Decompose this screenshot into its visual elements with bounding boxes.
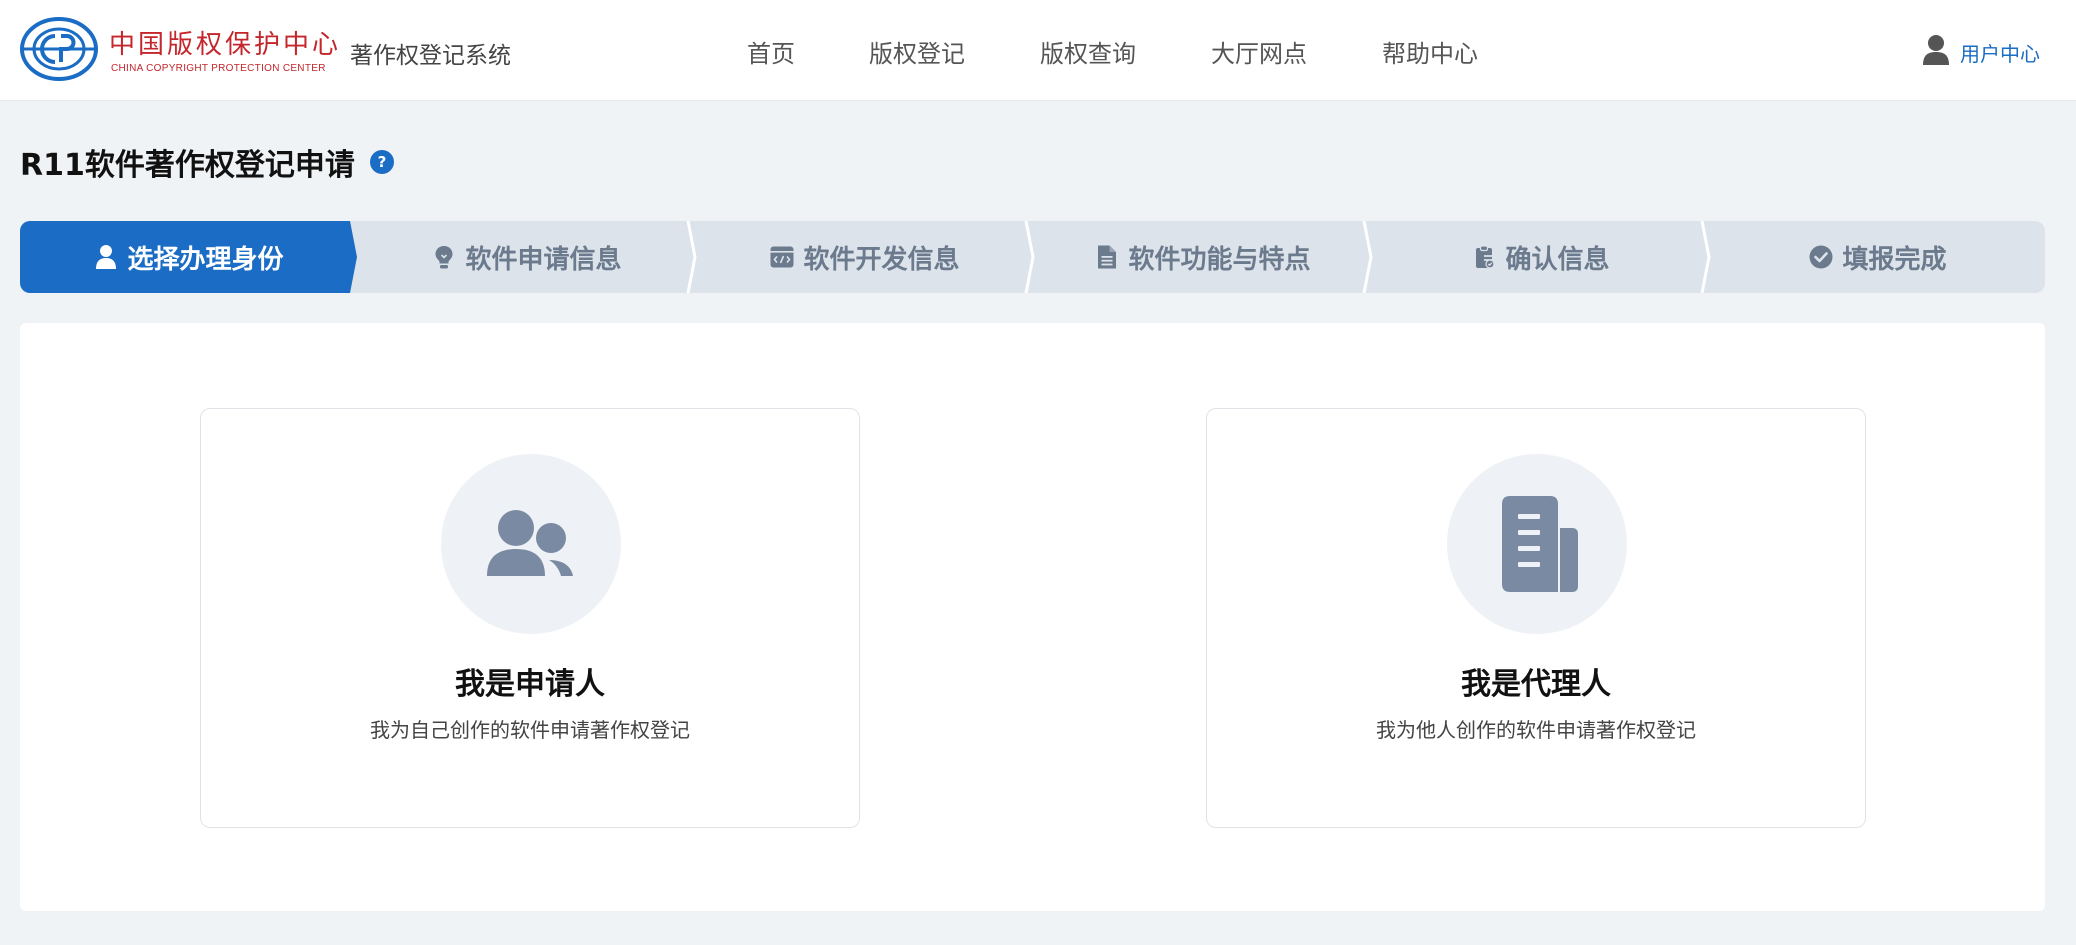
applicant-card[interactable]: 我是申请人 我为自己创作的软件申请著作权登记	[200, 408, 860, 828]
step-confirm-info[interactable]: 确认信息	[1372, 221, 1709, 293]
nav-help-center[interactable]: 帮助中心	[1382, 34, 1478, 69]
nav-home[interactable]: 首页	[747, 34, 795, 69]
system-name: 著作权登记系统	[350, 43, 511, 69]
step-select-identity[interactable]: 选择办理身份	[20, 221, 357, 293]
progress-stepper: 选择办理身份 软件申请信息 软件开发信息 软件功能与特点 确认信息 填报完成	[20, 221, 2045, 293]
icon-circle	[1447, 454, 1627, 634]
card-description: 我为他人创作的软件申请著作权登记	[1376, 718, 1696, 742]
card-title: 我是申请人	[455, 667, 605, 702]
document-icon	[1098, 245, 1117, 269]
icon-circle	[441, 454, 621, 634]
users-icon	[487, 510, 573, 576]
card-title: 我是代理人	[1461, 667, 1611, 702]
nav-copyright-registration[interactable]: 版权登记	[869, 34, 965, 69]
agent-card[interactable]: 我是代理人 我为他人创作的软件申请著作权登记	[1206, 408, 1866, 828]
page-title: R11软件著作权登记申请	[20, 148, 355, 183]
step-label: 确认信息	[1505, 244, 1610, 275]
step-completed[interactable]: 填报完成	[1710, 221, 2045, 293]
help-icon[interactable]: ?	[370, 150, 394, 174]
identity-selection-panel: 我是申请人 我为自己创作的软件申请著作权登记 我是代理人 我为他人创作的软件申请…	[20, 323, 2045, 911]
user-center-link[interactable]: 用户中心	[1922, 32, 2040, 67]
cpcc-logo-icon[interactable]	[19, 16, 99, 82]
check-circle-icon	[1809, 245, 1833, 269]
logo-text-cn: 中国版权保护中心	[109, 30, 342, 60]
step-label: 软件开发信息	[803, 244, 960, 275]
clipboard-icon	[1476, 245, 1496, 269]
nav-copyright-query[interactable]: 版权查询	[1040, 34, 1136, 69]
logo-text-en: CHINA COPYRIGHT PROTECTION CENTER	[111, 63, 326, 74]
building-icon	[1502, 496, 1578, 592]
step-label: 软件功能与特点	[1128, 244, 1311, 275]
card-description: 我为自己创作的软件申请著作权登记	[370, 718, 690, 742]
step-software-development[interactable]: 软件开发信息	[696, 221, 1033, 293]
lightbulb-icon	[435, 246, 453, 269]
nav-service-halls[interactable]: 大厅网点	[1211, 34, 1307, 69]
user-icon	[1923, 34, 1949, 65]
top-header: 中国版权保护中心 CHINA COPYRIGHT PROTECTION CENT…	[0, 0, 2076, 101]
step-label: 选择办理身份	[127, 244, 284, 275]
step-label: 软件申请信息	[465, 244, 622, 275]
user-center-label: 用户中心	[1960, 42, 2040, 66]
step-software-features[interactable]: 软件功能与特点	[1034, 221, 1371, 293]
code-window-icon	[770, 246, 794, 268]
user-icon	[96, 245, 117, 269]
step-software-application[interactable]: 软件申请信息	[358, 221, 695, 293]
step-label: 填报完成	[1842, 244, 1947, 275]
